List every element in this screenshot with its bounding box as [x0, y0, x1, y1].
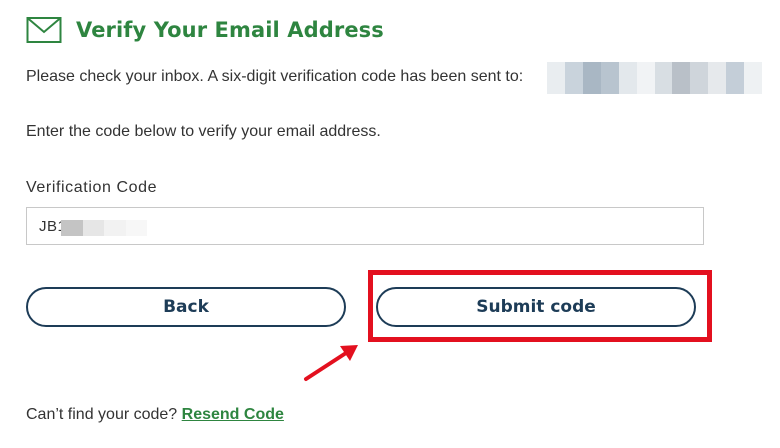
footer: Can’t find your code? Resend Code — [26, 406, 284, 424]
envelope-icon — [26, 16, 62, 44]
verification-code-label: Verification Code — [26, 179, 158, 196]
sent-notice-text: Please check your inbox. A six-digit ver… — [26, 68, 524, 85]
instruction-text: Enter the code below to verify your emai… — [26, 123, 381, 140]
redacted-code — [61, 220, 147, 236]
resend-code-link[interactable]: Resend Code — [182, 406, 284, 423]
annotation-arrow-icon — [304, 345, 358, 381]
highlight-annotation-box — [368, 270, 712, 342]
redacted-email-address — [547, 62, 762, 94]
page-header: Verify Your Email Address — [26, 16, 384, 44]
footer-prompt: Can’t find your code? — [26, 406, 178, 423]
page-title: Verify Your Email Address — [76, 18, 384, 42]
back-button[interactable]: Back — [26, 287, 346, 327]
verification-code-input[interactable]: JB1 — [26, 207, 704, 245]
